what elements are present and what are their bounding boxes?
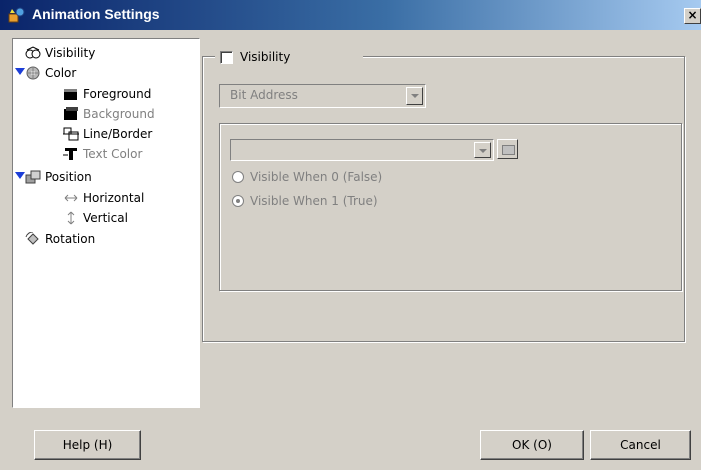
background-icon (64, 107, 78, 120)
tree-item-text-color: Text Color (63, 145, 193, 163)
tree-item-background: Background (63, 105, 193, 123)
color-icon (26, 66, 40, 80)
tree-item-position[interactable]: Position (25, 168, 185, 186)
tree-item-label: Rotation (45, 232, 96, 246)
rotation-icon (25, 232, 39, 245)
tree-item-vertical[interactable]: Vertical (63, 209, 193, 227)
horizontal-arrow-icon (64, 194, 78, 202)
radio-selected-dot (236, 199, 240, 203)
animation-app-icon (8, 7, 25, 23)
tree-item-label: Background (83, 107, 155, 121)
radio-circle (232, 171, 244, 183)
visibility-checkbox[interactable] (220, 51, 233, 64)
vertical-arrow-icon (67, 211, 75, 225)
animation-settings-dialog: Animation Settings × Visibility Color Fo… (0, 0, 701, 470)
tree-item-label: Color (45, 66, 77, 80)
cancel-button[interactable]: Cancel (590, 430, 691, 460)
tree-item-label: Vertical (83, 211, 128, 225)
radio-visible-when-false[interactable]: Visible When 0 (False) (232, 168, 432, 186)
address-keypad-button[interactable] (497, 139, 518, 159)
tree-item-horizontal[interactable]: Horizontal (63, 189, 193, 207)
visibility-icon (25, 46, 41, 59)
chevron-down-icon[interactable] (474, 142, 491, 158)
title-bar[interactable]: Animation Settings × (0, 0, 701, 30)
tree-item-label: Line/Border (83, 127, 153, 141)
tree-item-label: Position (45, 170, 92, 184)
close-icon: × (687, 8, 698, 22)
tree-item-color[interactable]: Color (25, 64, 185, 82)
expand-arrow-icon[interactable] (15, 68, 25, 75)
radio-label: Visible When 0 (False) (250, 170, 383, 184)
ok-button[interactable]: OK (O) (480, 430, 584, 460)
tree-item-visibility[interactable]: Visibility (25, 44, 185, 62)
text-color-icon (63, 148, 77, 160)
close-button[interactable]: × (684, 8, 701, 24)
tree-item-label: Horizontal (83, 191, 145, 205)
address-type-dropdown[interactable]: Bit Address (219, 84, 426, 108)
radio-visible-when-true[interactable]: Visible When 1 (True) (232, 192, 432, 210)
line-border-icon (63, 127, 79, 141)
tree-item-label: Text Color (83, 147, 143, 161)
tree-item-foreground[interactable]: Foreground (63, 85, 193, 103)
position-icon (25, 170, 41, 184)
tree-item-label: Visibility (45, 46, 96, 60)
tree-item-rotation[interactable]: Rotation (25, 230, 185, 248)
radio-label: Visible When 1 (True) (250, 194, 378, 208)
keypad-icon (502, 145, 515, 155)
visibility-checkbox-label: Visibility (240, 50, 291, 64)
tree-item-label: Foreground (83, 87, 152, 101)
foreground-icon (64, 89, 77, 100)
tree-item-line-border[interactable]: Line/Border (63, 125, 193, 143)
chevron-down-icon[interactable] (406, 87, 423, 105)
expand-arrow-icon[interactable] (15, 172, 25, 179)
address-type-value: Bit Address (230, 88, 298, 102)
visibility-checkbox-row[interactable]: Visibility (215, 48, 363, 66)
settings-tree[interactable]: Visibility Color Foreground Background L… (12, 38, 200, 408)
help-button[interactable]: Help (H) (34, 430, 141, 460)
window-title: Animation Settings (32, 6, 160, 22)
address-input-dropdown[interactable] (230, 139, 494, 161)
